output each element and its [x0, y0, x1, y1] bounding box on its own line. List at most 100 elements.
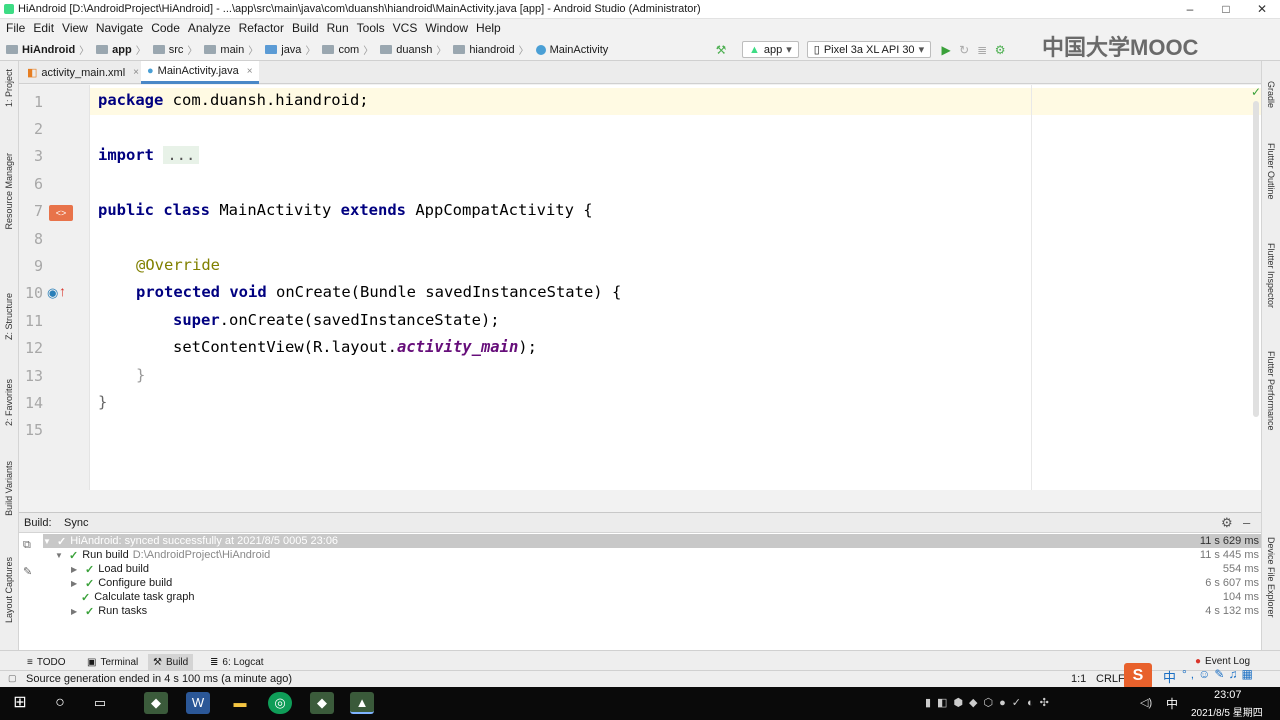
- clock-time[interactable]: 23:07: [1214, 689, 1242, 701]
- project-tab[interactable]: 1: Project: [4, 69, 14, 107]
- run-config-select[interactable]: ▲ app ▾: [742, 41, 799, 58]
- breadcrumb-hiandroid-pkg[interactable]: hiandroid 〉: [453, 42, 533, 57]
- favorites-tab[interactable]: 2: Favorites: [4, 379, 14, 426]
- flutter-inspector-tab[interactable]: Flutter Inspector: [1266, 243, 1276, 308]
- event-log-button[interactable]: ● Event Log: [1190, 655, 1255, 667]
- android-icon: ▲: [749, 43, 760, 56]
- flutter-outline-tab[interactable]: Flutter Outline: [1266, 143, 1276, 200]
- build-row-sync[interactable]: ▼ ✓ HiAndroid: synced successfully at 202…: [43, 534, 1261, 548]
- debug-icon[interactable]: ⚙: [991, 43, 1009, 57]
- logcat-button[interactable]: ≣ 6: Logcat: [205, 654, 269, 670]
- menu-view[interactable]: View: [58, 19, 92, 38]
- code-line-3: import ...: [98, 146, 200, 164]
- resource-manager-tab[interactable]: Resource Manager: [4, 153, 14, 230]
- app-icon[interactable]: ◆: [144, 692, 168, 714]
- menu-code[interactable]: Code: [147, 19, 184, 38]
- flutter-performance-tab[interactable]: Flutter Performance: [1266, 351, 1276, 431]
- menu-run[interactable]: Run: [323, 19, 353, 38]
- code-editor[interactable]: 1 2 3 6 7 8 9 10 11 12 13 14 15 <> ◉ ↑ p…: [19, 85, 1261, 490]
- menu-edit[interactable]: Edit: [29, 19, 58, 38]
- menu-build[interactable]: Build: [288, 19, 323, 38]
- gear-icon[interactable]: ⚙: [1221, 515, 1233, 531]
- breadcrumb-mainactivity[interactable]: MainActivity: [535, 44, 608, 56]
- ime-toolbar-icons[interactable]: °,☺✎♫▦: [1182, 667, 1257, 681]
- ime-mode[interactable]: 中: [1163, 667, 1176, 686]
- close-tab-icon[interactable]: ×: [133, 67, 139, 78]
- breadcrumb-src[interactable]: src 〉: [152, 42, 203, 57]
- task-view-icon[interactable]: ▭: [88, 692, 112, 714]
- restart-icon[interactable]: ⧉: [23, 539, 31, 552]
- structure-tab[interactable]: Z: Structure: [4, 293, 14, 340]
- build-row-load-build[interactable]: ▶ ✓ Load build 554 ms: [43, 562, 1261, 576]
- layout-captures-tab[interactable]: Layout Captures: [4, 557, 14, 623]
- todo-button[interactable]: ≡ TODO: [22, 654, 71, 670]
- line-number: 2: [33, 120, 43, 138]
- taskbar-lang[interactable]: 中: [1166, 695, 1178, 712]
- build-row-run-build[interactable]: ▼ ✓ Run build D:\AndroidProject\HiAndroid …: [43, 548, 1261, 562]
- hide-icon[interactable]: –: [1243, 515, 1250, 530]
- breadcrumb-hiandroid[interactable]: HiAndroid 〉: [6, 42, 94, 57]
- line-separator[interactable]: CRLF: [1096, 673, 1125, 685]
- tab-activity-main-xml[interactable]: ◧ activity_main.xml ×: [21, 61, 145, 84]
- device-file-explorer-tab[interactable]: Device File Explorer: [1266, 537, 1276, 618]
- breadcrumb-duansh[interactable]: duansh 〉: [380, 42, 451, 57]
- clock-date[interactable]: 2021/8/5 星期四: [1191, 704, 1263, 719]
- caret-position[interactable]: 1:1: [1071, 673, 1086, 685]
- menu-help[interactable]: Help: [472, 19, 505, 38]
- build-variants-tab[interactable]: Build Variants: [4, 461, 14, 516]
- minimize-button[interactable]: –: [1172, 0, 1208, 19]
- build-row-run-tasks[interactable]: ▶ ✓ Run tasks 4 s 132 ms: [43, 604, 1261, 618]
- status-icon[interactable]: ▢: [8, 673, 17, 684]
- tray-icons[interactable]: ▮◧⬢◆⬡●✓◐✣: [925, 696, 1055, 709]
- editor-scrollbar[interactable]: [1253, 101, 1259, 417]
- build-row-configure-build[interactable]: ▶ ✓ Configure build 6 s 607 ms: [43, 576, 1261, 590]
- make-project-icon[interactable]: ⚒: [712, 43, 730, 57]
- terminal-button[interactable]: ▣ Terminal: [82, 654, 143, 670]
- status-message: Source generation ended in 4 s 100 ms (a…: [26, 673, 292, 685]
- search-icon[interactable]: ○: [48, 692, 72, 714]
- folder-icon: [322, 45, 335, 54]
- apply-changes-icon[interactable]: ≣: [973, 43, 991, 57]
- breadcrumb-java[interactable]: java 〉: [265, 42, 320, 57]
- close-button[interactable]: ✕: [1244, 0, 1280, 19]
- run-icon[interactable]: ▶: [937, 43, 955, 57]
- menu-window[interactable]: Window: [421, 19, 472, 38]
- breadcrumb-com[interactable]: com 〉: [322, 42, 378, 57]
- android-studio-taskbar-icon[interactable]: ▲: [350, 692, 374, 714]
- menu-analyze[interactable]: Analyze: [184, 19, 235, 38]
- breadcrumb-main[interactable]: main 〉: [204, 42, 263, 57]
- tab-sync[interactable]: Sync: [64, 517, 88, 529]
- pin-icon[interactable]: ✎: [23, 565, 32, 578]
- maximize-button[interactable]: □: [1208, 0, 1244, 19]
- folder-icon: [152, 45, 165, 54]
- windows-start-icon[interactable]: ⊞: [8, 692, 32, 714]
- layout-link-icon[interactable]: <>: [49, 205, 73, 221]
- tab-mainactivity-java[interactable]: ● MainActivity.java ×: [141, 61, 259, 84]
- menu-navigate[interactable]: Navigate: [92, 19, 147, 38]
- build-row-calc-task-graph[interactable]: ✓ Calculate task graph 104 ms: [43, 590, 1261, 604]
- up-arrow-icon[interactable]: ↑: [59, 283, 66, 299]
- close-tab-icon[interactable]: ×: [247, 66, 253, 77]
- menu-tools[interactable]: Tools: [353, 19, 389, 38]
- event-icon: ●: [1195, 655, 1202, 667]
- folded-imports[interactable]: ...: [163, 146, 200, 164]
- build-button[interactable]: ⚒ Build: [148, 654, 194, 670]
- volume-icon[interactable]: ◁): [1140, 696, 1152, 709]
- sogou-ime-icon[interactable]: S: [1124, 663, 1152, 689]
- menu-refactor[interactable]: Refactor: [235, 19, 288, 38]
- file-explorer-icon[interactable]: ▬: [228, 692, 252, 714]
- word-icon[interactable]: W: [186, 692, 210, 714]
- override-method-icon[interactable]: ◉: [47, 285, 58, 301]
- rerun-icon[interactable]: ↻: [955, 43, 973, 57]
- menu-vcs[interactable]: VCS: [389, 19, 422, 38]
- device-select[interactable]: ▯ Pixel 3a XL API 30 ▾: [806, 41, 932, 58]
- inspection-ok-icon[interactable]: ✓: [1251, 85, 1261, 99]
- folder-icon: [265, 45, 278, 54]
- gradle-tab[interactable]: Gradle: [1266, 81, 1276, 108]
- menu-file[interactable]: File: [2, 19, 29, 38]
- breadcrumb-app[interactable]: app 〉: [96, 42, 151, 57]
- list-icon: ≡: [27, 656, 33, 668]
- app-icon-2[interactable]: ◆: [310, 692, 334, 714]
- mooc-watermark: 中国大学MOOC: [1042, 35, 1199, 60]
- browser-icon[interactable]: ◎: [268, 692, 292, 714]
